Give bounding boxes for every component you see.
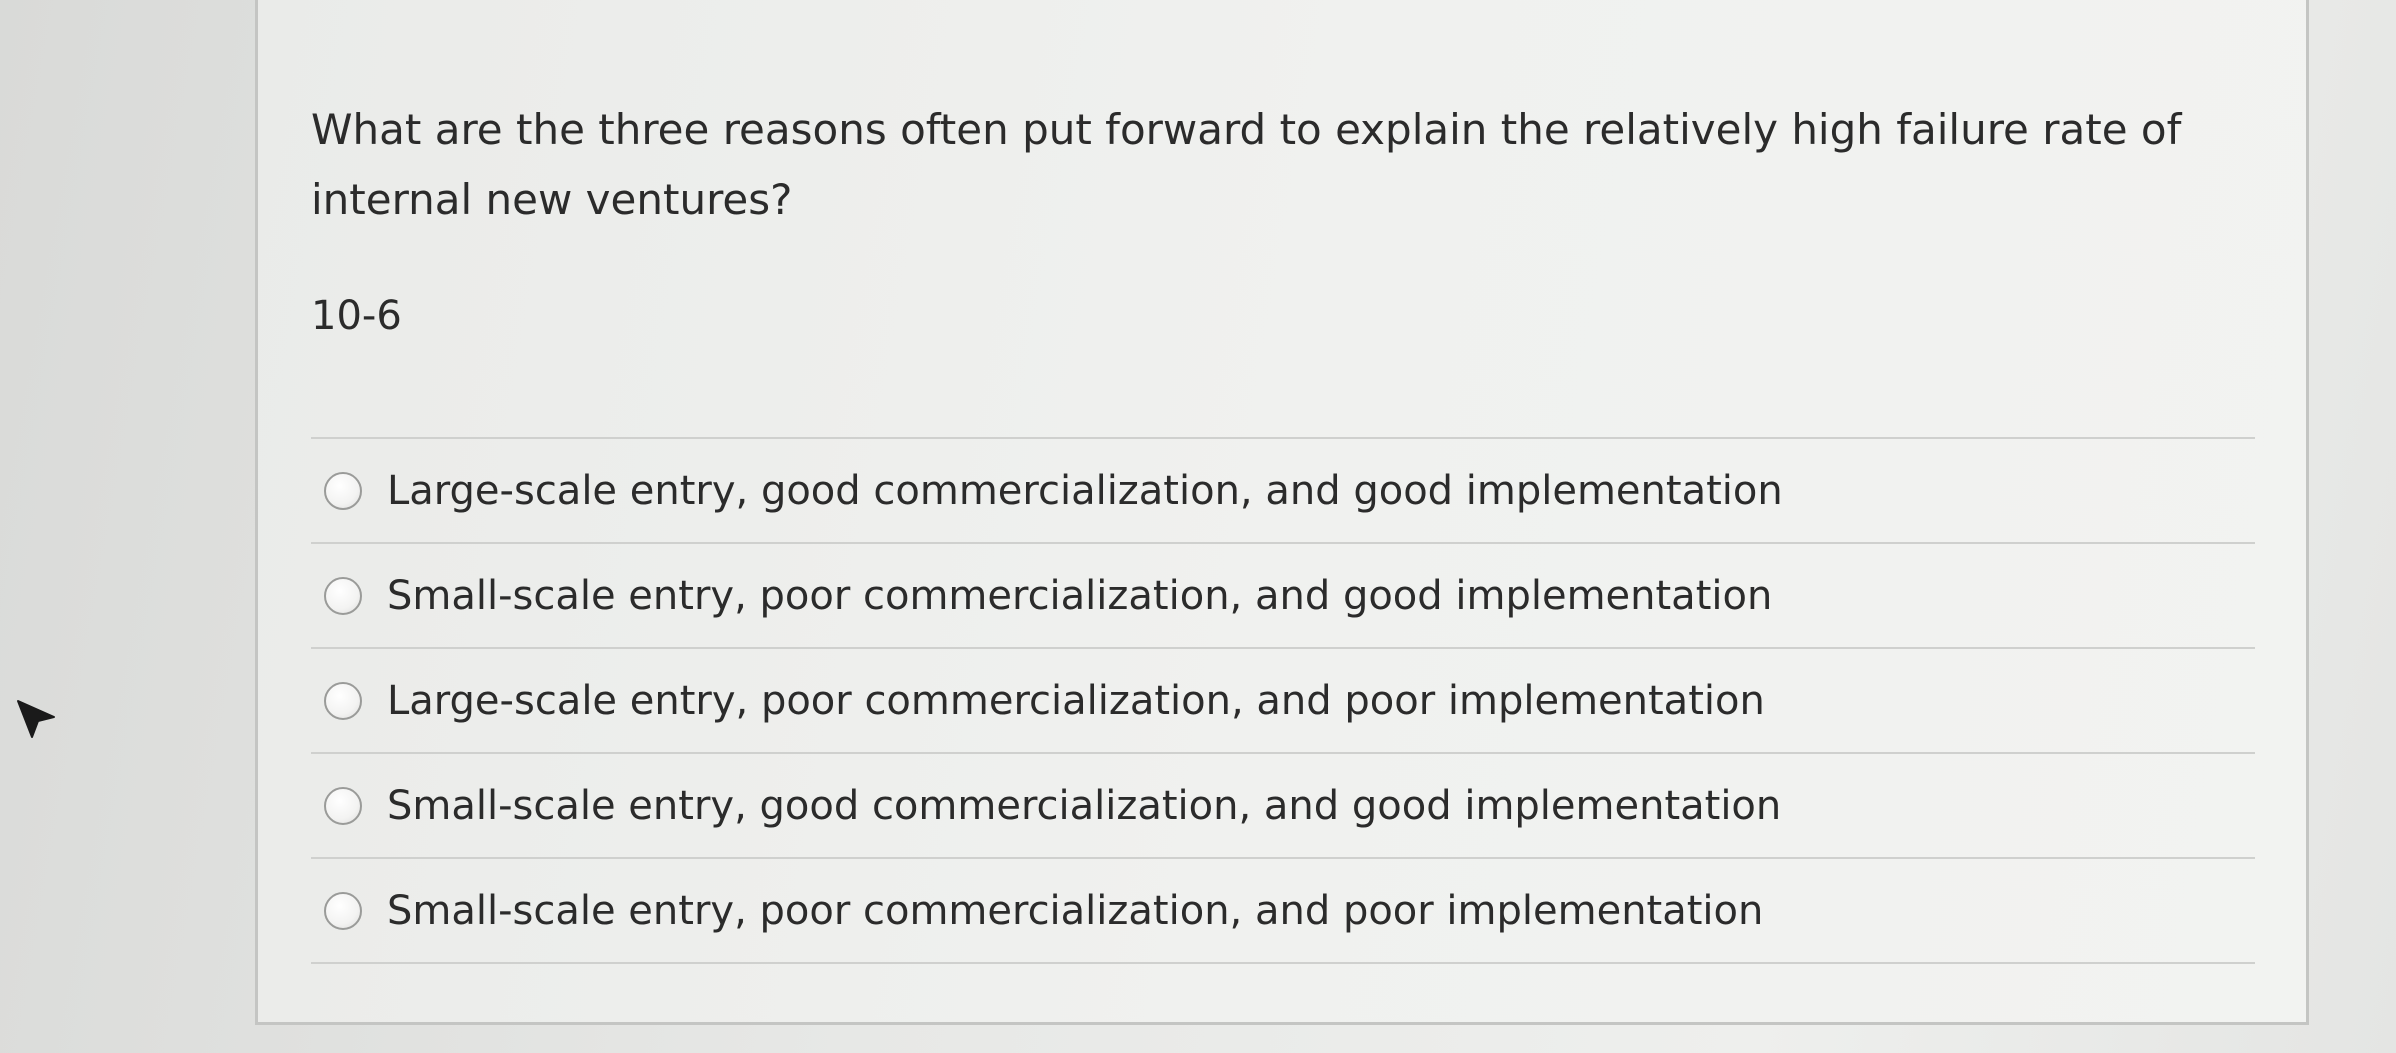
question-card: What are the three reasons often put for… xyxy=(255,0,2309,1025)
radio-button-icon[interactable] xyxy=(324,891,362,930)
answer-option[interactable]: Small-scale entry, good commercializatio… xyxy=(311,754,2255,859)
answer-label: Large-scale entry, good commercializatio… xyxy=(387,467,1783,514)
radio-button-icon[interactable] xyxy=(324,471,362,510)
radio-button-icon[interactable] xyxy=(324,786,362,825)
answer-option[interactable]: Large-scale entry, good commercializatio… xyxy=(311,439,2255,544)
question-code: 10-6 xyxy=(311,293,402,339)
answer-label: Small-scale entry, poor commercializatio… xyxy=(387,887,1764,934)
mouse-pointer-icon xyxy=(17,700,55,738)
radio-button-icon[interactable] xyxy=(324,681,362,720)
answer-list: Large-scale entry, good commercializatio… xyxy=(311,437,2255,964)
answer-label: Small-scale entry, good commercializatio… xyxy=(387,782,1782,829)
answer-option[interactable]: Large-scale entry, poor commercializatio… xyxy=(311,649,2255,754)
answer-label: Large-scale entry, poor commercializatio… xyxy=(387,677,1765,724)
answer-option[interactable]: Small-scale entry, poor commercializatio… xyxy=(311,859,2255,964)
answer-option[interactable]: Small-scale entry, poor commercializatio… xyxy=(311,544,2255,649)
question-text: What are the three reasons often put for… xyxy=(311,105,2182,224)
answer-label: Small-scale entry, poor commercializatio… xyxy=(387,572,1773,619)
radio-button-icon[interactable] xyxy=(324,576,362,615)
